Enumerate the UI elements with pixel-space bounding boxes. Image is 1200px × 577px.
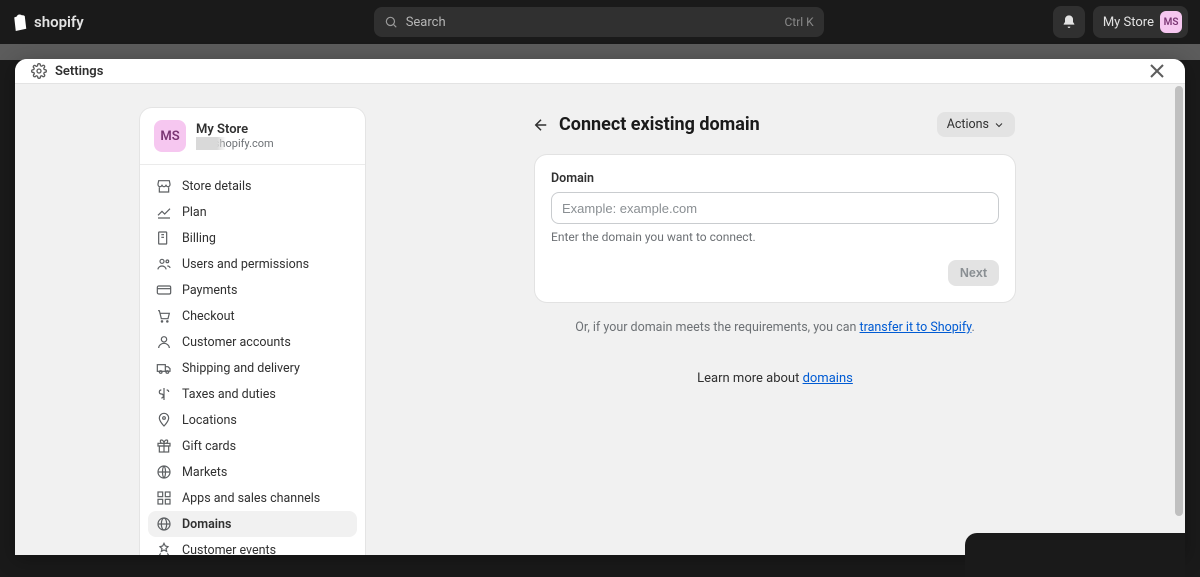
settings-nav: Store details Plan Billing Users and permis… [140, 165, 365, 555]
nav-item-users[interactable]: Users and permissions [148, 251, 357, 277]
domain-field-label: Domain [551, 171, 999, 186]
scrollbar-thumb[interactable] [1175, 86, 1183, 516]
apps-icon [156, 490, 172, 506]
close-icon [1145, 59, 1169, 83]
billing-icon [156, 230, 172, 246]
nav-item-checkout[interactable]: Checkout [148, 303, 357, 329]
nav-label: Billing [182, 231, 216, 246]
learn-more: Learn more about domains [535, 371, 1015, 386]
domains-help-link[interactable]: domains [803, 371, 853, 386]
nav-label: Users and permissions [182, 257, 309, 272]
sub-bar [0, 44, 1200, 60]
users-icon [156, 256, 172, 272]
close-button[interactable] [1145, 59, 1169, 83]
payments-icon [156, 282, 172, 298]
domain-input[interactable] [551, 192, 999, 224]
store-name: My Store [196, 122, 274, 138]
store-icon [156, 178, 172, 194]
store-url: .myshopify.com [196, 137, 274, 150]
nav-label: Checkout [182, 309, 235, 324]
nav-item-billing[interactable]: Billing [148, 225, 357, 251]
nav-label: Store details [182, 179, 251, 194]
next-button[interactable]: Next [948, 260, 999, 286]
transfer-hint: Or, if your domain meets the requirement… [535, 320, 1015, 335]
domain-help-text: Enter the domain you want to connect. [551, 230, 999, 244]
nav-item-taxes[interactable]: Taxes and duties [148, 381, 357, 407]
checkout-icon [156, 308, 172, 324]
back-button[interactable] [529, 113, 553, 137]
nav-label: Plan [182, 205, 207, 220]
nav-item-store[interactable]: Store details [148, 173, 357, 199]
store-name-label: My Store [1103, 15, 1154, 30]
arrow-left-icon [532, 116, 550, 134]
domain-card: Domain Enter the domain you want to conn… [535, 155, 1015, 302]
search-kbd: Ctrl K [784, 15, 813, 29]
settings-modal: Settings MS My Store .myshopify.com Stor… [15, 59, 1185, 555]
gear-icon [31, 63, 47, 79]
events-icon [156, 542, 172, 555]
modal-header: Settings [15, 59, 1185, 84]
actions-label: Actions [947, 117, 989, 132]
nav-label: Apps and sales channels [182, 491, 320, 506]
nav-label: Locations [182, 413, 237, 428]
nav-item-payments[interactable]: Payments [148, 277, 357, 303]
nav-item-apps[interactable]: Apps and sales channels [148, 485, 357, 511]
bell-icon [1061, 14, 1077, 30]
nav-label: Customer accounts [182, 335, 291, 350]
nav-item-events[interactable]: Customer events [148, 537, 357, 555]
customer-icon [156, 334, 172, 350]
brand-logo[interactable]: shopify [12, 13, 84, 31]
nav-item-customer[interactable]: Customer accounts [148, 329, 357, 355]
modal-title: Settings [55, 64, 103, 79]
notifications-button[interactable] [1053, 6, 1085, 38]
search-icon [384, 15, 398, 29]
nav-label: Markets [182, 465, 227, 480]
nav-label: Taxes and duties [182, 387, 276, 402]
domains-icon [156, 516, 172, 532]
bottom-widget [965, 533, 1185, 577]
nav-item-plan[interactable]: Plan [148, 199, 357, 225]
nav-item-locations[interactable]: Locations [148, 407, 357, 433]
taxes-icon [156, 386, 172, 402]
nav-label: Shipping and delivery [182, 361, 300, 376]
store-avatar-small: MS [1160, 11, 1182, 33]
store-header[interactable]: MS My Store .myshopify.com [140, 108, 365, 165]
gift-icon [156, 438, 172, 454]
nav-item-shipping[interactable]: Shipping and delivery [148, 355, 357, 381]
global-search[interactable]: Search Ctrl K [374, 7, 824, 37]
shipping-icon [156, 360, 172, 376]
nav-item-gift[interactable]: Gift cards [148, 433, 357, 459]
settings-sidebar: MS My Store .myshopify.com Store details… [140, 108, 365, 555]
nav-label: Customer events [182, 543, 276, 556]
actions-menu[interactable]: Actions [937, 112, 1015, 137]
top-bar: shopify Search Ctrl K My Store MS [0, 0, 1200, 44]
search-placeholder: Search [406, 15, 446, 30]
main-content: Connect existing domain Actions Domain E… [365, 84, 1185, 555]
markets-icon [156, 464, 172, 480]
nav-label: Gift cards [182, 439, 236, 454]
brand-name: shopify [34, 13, 84, 31]
plan-icon [156, 204, 172, 220]
nav-item-domains[interactable]: Domains [148, 511, 357, 537]
page-title: Connect existing domain [559, 114, 760, 135]
store-avatar: MS [154, 120, 186, 152]
nav-item-markets[interactable]: Markets [148, 459, 357, 485]
chevron-down-icon [993, 119, 1005, 131]
transfer-link[interactable]: transfer it to Shopify [860, 320, 972, 335]
modal-scrollbar[interactable] [1173, 84, 1185, 555]
locations-icon [156, 412, 172, 428]
nav-label: Payments [182, 283, 237, 298]
nav-label: Domains [182, 517, 231, 532]
store-switcher[interactable]: My Store MS [1093, 6, 1188, 38]
